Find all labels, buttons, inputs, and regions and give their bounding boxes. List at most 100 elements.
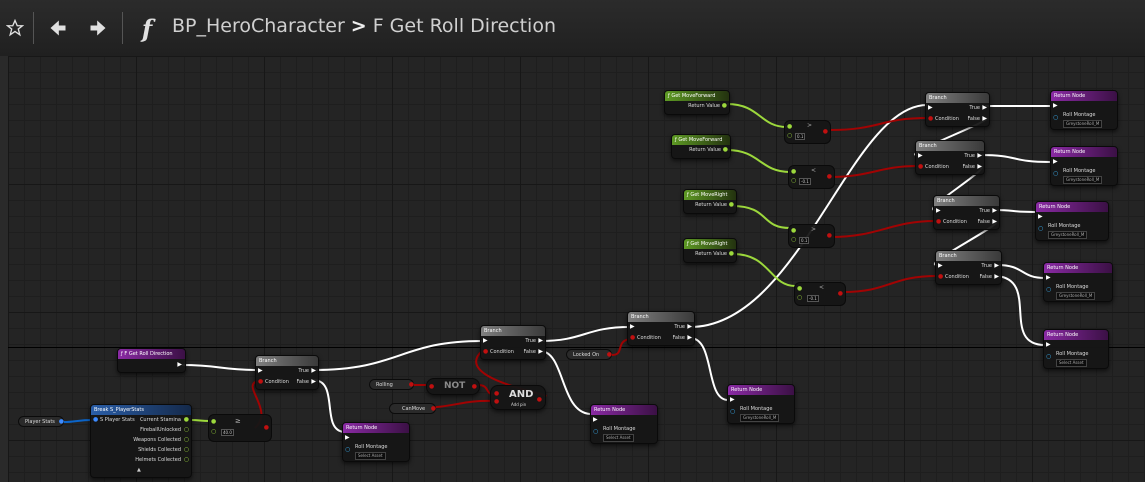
return-node[interactable]: Return Node ▶ ○ Roll Montage Select Asse… [590, 404, 658, 444]
return-node[interactable]: Return Node ▶ ○ Roll Montage GreystoneRo… [1050, 146, 1118, 186]
object-pin[interactable]: ○ [1046, 354, 1051, 360]
exec-pin[interactable]: ▶ [936, 208, 941, 214]
asset-picker[interactable]: Select Asset [603, 434, 634, 442]
asset-picker[interactable]: GreystoneRoll_M [1048, 231, 1088, 239]
branch-node-5[interactable]: Branch ▶ ● Condition True ▶ False ▶ [915, 140, 985, 175]
float-pin[interactable]: ● [722, 103, 727, 109]
rolling-getter[interactable]: Rolling ● [369, 379, 414, 390]
bool-pin[interactable]: ● [483, 349, 488, 355]
object-pin[interactable]: ○ [593, 429, 598, 435]
add-pin-button[interactable]: Add pin [511, 402, 526, 407]
float-pin[interactable]: ● [729, 251, 734, 257]
bool-pin[interactable]: ● [494, 399, 499, 405]
bool-pin[interactable]: ● [827, 174, 832, 180]
exec-pin[interactable]: ▶ [311, 368, 316, 374]
pin[interactable]: ○ [184, 457, 189, 463]
bool-pin[interactable]: ● [630, 335, 635, 341]
value-input[interactable]: -0.1 [799, 178, 811, 185]
bool-pin[interactable]: ● [607, 352, 612, 358]
exec-pin[interactable]: ▶ [977, 164, 982, 170]
float-pin[interactable]: ● [797, 286, 802, 292]
exec-pin[interactable]: ▶ [1038, 214, 1043, 220]
exec-pin[interactable]: ▶ [982, 105, 987, 111]
pin[interactable]: ○ [184, 437, 189, 443]
asset-picker[interactable]: GreystoneRoll_M [740, 414, 780, 422]
float-pin[interactable]: ● [211, 419, 216, 425]
asset-picker[interactable]: GreystoneRoll_M [1063, 120, 1103, 128]
get-moveright-node[interactable]: ƒ Get MoveRight Return Value ● [683, 189, 737, 214]
exec-pin[interactable]: ▶ [345, 435, 350, 441]
exec-pin[interactable]: ▶ [538, 338, 543, 344]
exec-pin[interactable]: ▶ [1053, 159, 1058, 165]
value-input[interactable]: 0.1 [795, 133, 806, 140]
expand-arrow-icon[interactable]: ▲ [137, 467, 141, 473]
get-moveright-node[interactable]: ƒ Get MoveRight Return Value ● [683, 238, 737, 263]
return-node[interactable]: Return Node ▶ ○ Roll Montage GreystoneRo… [1043, 262, 1113, 302]
object-pin[interactable]: ○ [730, 409, 735, 415]
exec-pin[interactable]: ▶ [730, 397, 735, 403]
exec-pin[interactable]: ▶ [311, 379, 316, 385]
exec-pin[interactable]: ▶ [982, 116, 987, 122]
function-entry-node[interactable]: ƒ F Get Roll Direction ▶ [117, 348, 186, 373]
exec-pin[interactable]: ▶ [992, 219, 997, 225]
lockedon-getter[interactable]: Locked On ● [566, 349, 612, 360]
bool-pin[interactable]: ● [938, 274, 943, 280]
bool-pin[interactable]: ● [838, 291, 843, 297]
pin[interactable]: ○ [184, 447, 189, 453]
get-moveforward-node[interactable]: ƒ Get MoveForward Return Value ● [664, 90, 730, 115]
bool-pin[interactable]: ● [409, 382, 414, 388]
bool-pin[interactable]: ● [429, 384, 434, 390]
exec-pin[interactable]: ▶ [538, 349, 543, 355]
exec-pin[interactable]: ▶ [593, 417, 598, 423]
exec-pin[interactable]: ▶ [938, 263, 943, 269]
branch-node-3[interactable]: Branch ▶ ● Condition True ▶ False ▶ [627, 311, 695, 346]
float-pin[interactable]: ● [791, 169, 796, 175]
and-node[interactable]: AND ● ● Add pin ● [490, 385, 546, 410]
exec-pin[interactable]: ▶ [994, 274, 999, 280]
bool-pin[interactable]: ● [431, 406, 436, 412]
struct-pin[interactable]: ● [59, 419, 64, 425]
exec-pin[interactable]: ▶ [687, 335, 692, 341]
branch-node-4[interactable]: Branch ▶ ● Condition True ▶ False ▶ [925, 92, 990, 127]
bool-pin[interactable]: ● [537, 397, 542, 403]
exec-pin[interactable]: ▶ [687, 324, 692, 330]
get-moveforward-node[interactable]: ƒ Get MoveForward Return Value ● [671, 134, 731, 159]
return-node[interactable]: Return Node ▶ ○ Roll Montage Select Asse… [1043, 329, 1109, 369]
asset-picker[interactable]: Select Asset [355, 452, 386, 460]
object-pin[interactable]: ○ [1053, 171, 1058, 177]
break-struct-node[interactable]: Break S_PlayerStats ● S Player Stats Cur… [90, 404, 192, 478]
bool-pin[interactable]: ● [827, 233, 832, 239]
exec-pin[interactable]: ▶ [1053, 103, 1058, 109]
exec-pin[interactable]: ▶ [918, 153, 923, 159]
exec-pin[interactable]: ▶ [177, 362, 182, 368]
branch-node-2[interactable]: Branch ▶ ● Condition True ▶ False ▶ [480, 325, 546, 360]
float-pin[interactable]: ● [791, 228, 796, 234]
value-input[interactable]: 40.0 [221, 429, 234, 436]
exec-pin[interactable]: ▶ [994, 263, 999, 269]
float-pin[interactable]: ○ [791, 237, 796, 243]
bool-pin[interactable]: ● [928, 116, 933, 122]
pin[interactable]: ○ [184, 427, 189, 433]
compare-stamina-node[interactable]: ● ○ ≥ 40.0 ● [208, 414, 272, 442]
object-pin[interactable]: ○ [1046, 287, 1051, 293]
float-pin[interactable]: ○ [797, 295, 802, 301]
object-pin[interactable]: ○ [1053, 115, 1058, 121]
float-pin[interactable]: ○ [211, 429, 216, 435]
exec-pin[interactable]: ▶ [630, 324, 635, 330]
value-input[interactable]: -0.1 [807, 295, 819, 302]
exec-pin[interactable]: ▶ [928, 105, 933, 111]
exec-pin[interactable]: ▶ [258, 368, 263, 374]
return-node[interactable]: Return Node ▶ ○ Roll Montage GreystoneRo… [727, 384, 795, 424]
struct-pin[interactable]: ● [93, 417, 98, 423]
canmove-getter[interactable]: CanMove ● [389, 403, 436, 414]
return-node[interactable]: Return Node ▶ ○ Roll Montage GreystoneRo… [1050, 90, 1118, 130]
compare-forward-less-node[interactable]: ● ○ < -0.1 ● [788, 165, 835, 189]
return-node[interactable]: Return Node ▶ ○ Roll Montage Select Asse… [342, 422, 410, 462]
asset-picker[interactable]: Select Asset [1056, 359, 1087, 367]
bool-pin[interactable]: ● [264, 425, 269, 431]
asset-picker[interactable]: GreystoneRoll_M [1056, 292, 1096, 300]
bool-pin[interactable]: ● [918, 164, 923, 170]
float-pin[interactable]: ○ [787, 133, 792, 139]
compare-right-greater-node[interactable]: ● ○ > 0.1 ● [788, 224, 835, 248]
bool-pin[interactable]: ● [494, 391, 499, 397]
